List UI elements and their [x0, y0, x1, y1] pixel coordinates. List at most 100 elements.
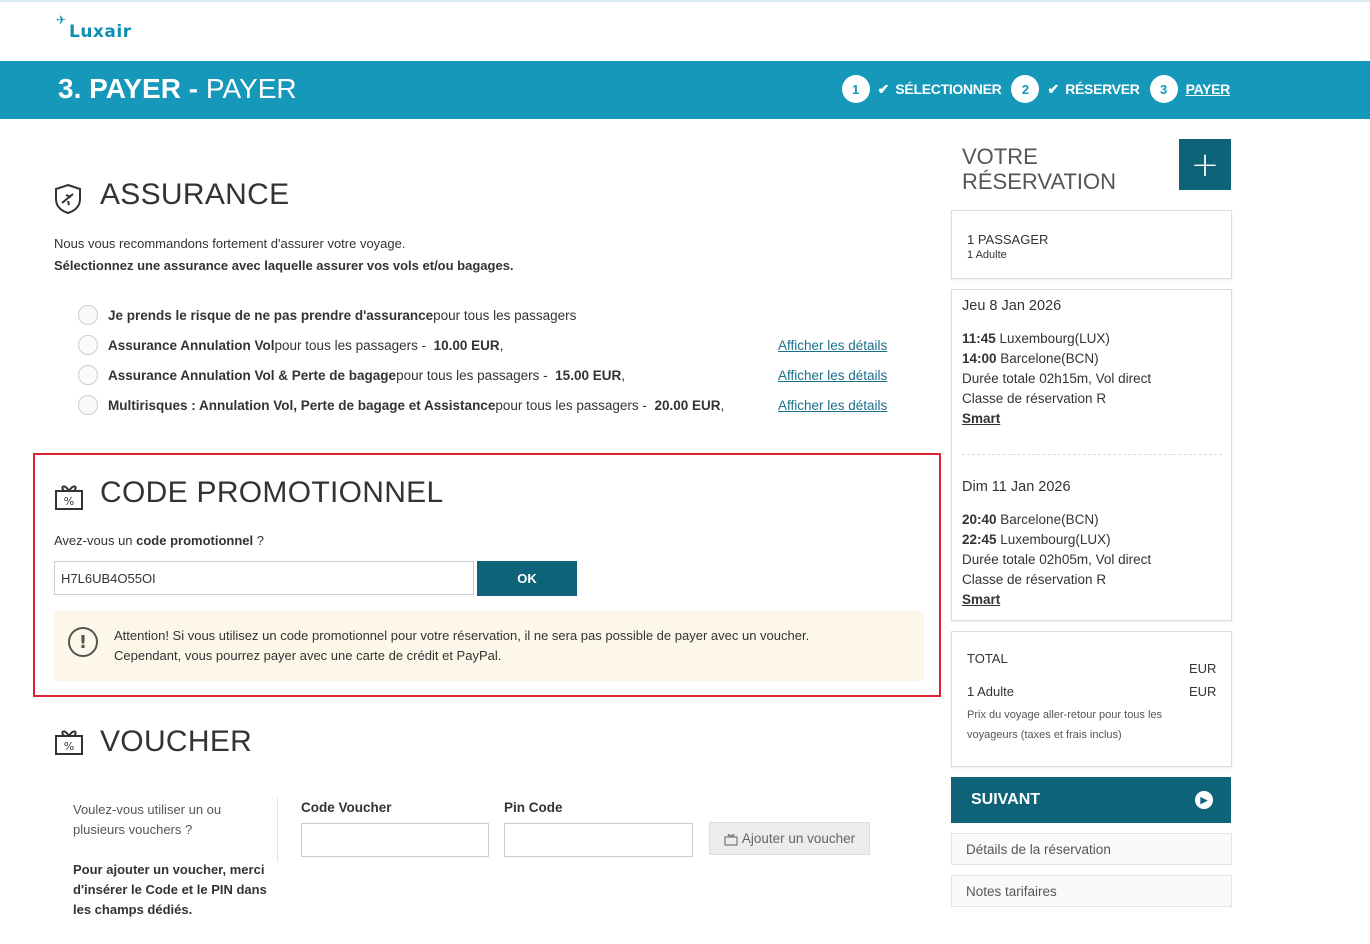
inbound-departure: 20:40 Barcelone(BCN) [962, 512, 1099, 527]
details-link[interactable]: Afficher les détails [778, 338, 887, 353]
option-suffix: , [720, 397, 725, 413]
page-title: 3. PAYER - PAYER [58, 73, 297, 105]
luxair-logo[interactable]: ✈ Luxair [56, 13, 132, 42]
fare-notes-link[interactable]: Notes tarifaires [951, 875, 1232, 907]
option-suffix: , [499, 337, 504, 353]
logo-text: Luxair [69, 22, 132, 42]
outbound-fare-link[interactable]: Smart [962, 411, 1000, 426]
progress-steps: 1 ✔ SÉLECTIONNER 2 ✔ RÉSERVER 3 PAYER [832, 75, 1230, 103]
voucher-divider [277, 798, 278, 862]
page-title-label: PAYER [205, 73, 297, 104]
shield-plane-icon [55, 183, 81, 215]
outbound-class: Classe de réservation R [962, 391, 1107, 406]
gift-percent-icon: % [55, 730, 83, 755]
option-price: 20.00 EUR [654, 397, 721, 413]
top-border [0, 0, 1370, 2]
gift-icon [724, 833, 738, 846]
option-price: 15.00 EUR [555, 367, 622, 383]
step-select[interactable]: 1 ✔ SÉLECTIONNER [841, 75, 1002, 103]
inbound-class: Classe de réservation R [962, 572, 1107, 587]
radio-button[interactable] [78, 395, 98, 415]
promo-code-input[interactable] [54, 561, 474, 595]
arrival-time: 14:00 [962, 351, 997, 366]
exclamation-icon: ! [68, 627, 98, 657]
page-header-banner: 3. PAYER - PAYER 1 ✔ SÉLECTIONNER 2 ✔ RÉ… [0, 61, 1370, 119]
pin-code-label: Pin Code [504, 800, 563, 815]
option-text: pour tous les passagers [433, 307, 577, 323]
arrow-right-icon: ▶ [1195, 791, 1213, 809]
option-price: 10.00 EUR [433, 337, 500, 353]
total-currency: EUR [1189, 661, 1217, 676]
step-label: PAYER [1185, 81, 1231, 97]
voucher-question: Voulez-vous utiliser un ou plusieurs vou… [73, 802, 222, 837]
departure-time: 20:40 [962, 512, 997, 527]
details-link[interactable]: Afficher les détails [778, 398, 887, 413]
promo-question-bold: code promotionnel [136, 533, 254, 548]
insurance-option-cancellation[interactable]: Assurance Annulation Vol pour tous les p… [78, 335, 503, 355]
step-number: 2 [1011, 75, 1040, 103]
step-label: SÉLECTIONNER [895, 81, 1002, 97]
departure-time: 11:45 [962, 331, 996, 346]
option-name: Multirisques : Annulation Vol, Perte de … [108, 397, 496, 413]
arrival-place: Barcelone(BCN) [996, 351, 1099, 366]
outbound-arrival: 14:00 Barcelone(BCN) [962, 351, 1099, 366]
itinerary-divider [962, 454, 1222, 455]
promo-code-title: CODE PROMOTIONNEL [100, 476, 444, 509]
step-reserve[interactable]: 2 ✔ RÉSERVER [1011, 75, 1140, 103]
outbound-departure: 11:45 Luxembourg(LUX) [962, 331, 1110, 346]
voucher-code-input[interactable] [301, 823, 489, 857]
details-link[interactable]: Afficher les détails [778, 368, 887, 383]
insurance-title: ASSURANCE [100, 178, 290, 211]
itinerary-card: Jeu 8 Jan 2026 11:45 Luxembourg(LUX) 14:… [951, 289, 1232, 621]
logo-plane-icon: ✈ [56, 13, 67, 27]
gift-percent-icon: % [55, 485, 83, 510]
promo-ok-button[interactable]: OK [477, 561, 577, 596]
voucher-instruction: Pour ajouter un voucher, merci d'insérer… [73, 862, 267, 917]
promo-question: Avez-vous un code promotionnel ? [54, 533, 264, 548]
price-note: Prix du voyage aller-retour pour tous le… [967, 709, 1163, 741]
option-name: Assurance Annulation Vol [108, 337, 275, 353]
departure-place: Luxembourg(LUX) [995, 331, 1110, 346]
inbound-fare-link[interactable]: Smart [962, 592, 1000, 607]
warning-text: Attention! Si vous utilisez un code prom… [114, 626, 914, 666]
insurance-intro: Nous vous recommandons fortement d'assur… [54, 236, 406, 251]
reservation-details-link[interactable]: Détails de la réservation [951, 833, 1232, 865]
reservation-title: VOTRE RÉSERVATION [962, 144, 1116, 194]
next-label: SUIVANT [971, 791, 1041, 808]
arrival-place: Luxembourg(LUX) [996, 532, 1111, 547]
add-voucher-button[interactable]: Ajouter un voucher [709, 822, 870, 855]
promo-warning: ! Attention! Si vous utilisez un code pr… [54, 611, 924, 681]
step-number: 1 [841, 75, 870, 103]
svg-text:%: % [64, 740, 74, 753]
option-text: pour tous les passagers - [274, 337, 427, 353]
outbound-date: Jeu 8 Jan 2026 [962, 298, 1062, 314]
pin-code-input[interactable] [504, 823, 693, 857]
option-text: pour tous les passagers - [396, 367, 548, 383]
svg-text:%: % [64, 495, 74, 508]
total-label: TOTAL [967, 651, 1008, 666]
inbound-date: Dim 11 Jan 2026 [962, 479, 1071, 495]
voucher-code-label: Code Voucher [301, 800, 392, 815]
next-button[interactable]: SUIVANT ▶ [951, 777, 1231, 823]
radio-button[interactable] [78, 365, 98, 385]
reservation-title-line-1: VOTRE [962, 144, 1038, 169]
insurance-option-multirisk[interactable]: Multirisques : Annulation Vol, Perte de … [78, 395, 724, 415]
checkmark-icon: ✔ [877, 80, 890, 97]
promo-question-pre: Avez-vous un [54, 533, 137, 548]
passenger-type: 1 Adulte [967, 249, 1007, 261]
step-pay[interactable]: 3 PAYER [1149, 75, 1231, 103]
radio-button[interactable] [78, 305, 98, 325]
expand-plus-button[interactable]: + [1179, 139, 1231, 190]
total-card: TOTAL EUR 1 Adulte EUR Prix du voyage al… [951, 631, 1232, 767]
step-number: 3 [1149, 75, 1178, 103]
arrival-time: 22:45 [962, 532, 997, 547]
add-voucher-label: Ajouter un voucher [741, 831, 856, 846]
insurance-option-cancellation-baggage[interactable]: Assurance Annulation Vol & Perte de baga… [78, 365, 625, 385]
voucher-title: VOUCHER [100, 725, 253, 758]
insurance-option-none[interactable]: Je prends le risque de ne pas prendre d'… [78, 305, 576, 325]
inbound-arrival: 22:45 Luxembourg(LUX) [962, 532, 1111, 547]
warning-line-2: Cependant, vous pourrez payer avec une c… [114, 648, 502, 663]
radio-button[interactable] [78, 335, 98, 355]
passenger-count: 1 PASSAGER [967, 232, 1049, 247]
checkmark-icon: ✔ [1047, 80, 1060, 97]
